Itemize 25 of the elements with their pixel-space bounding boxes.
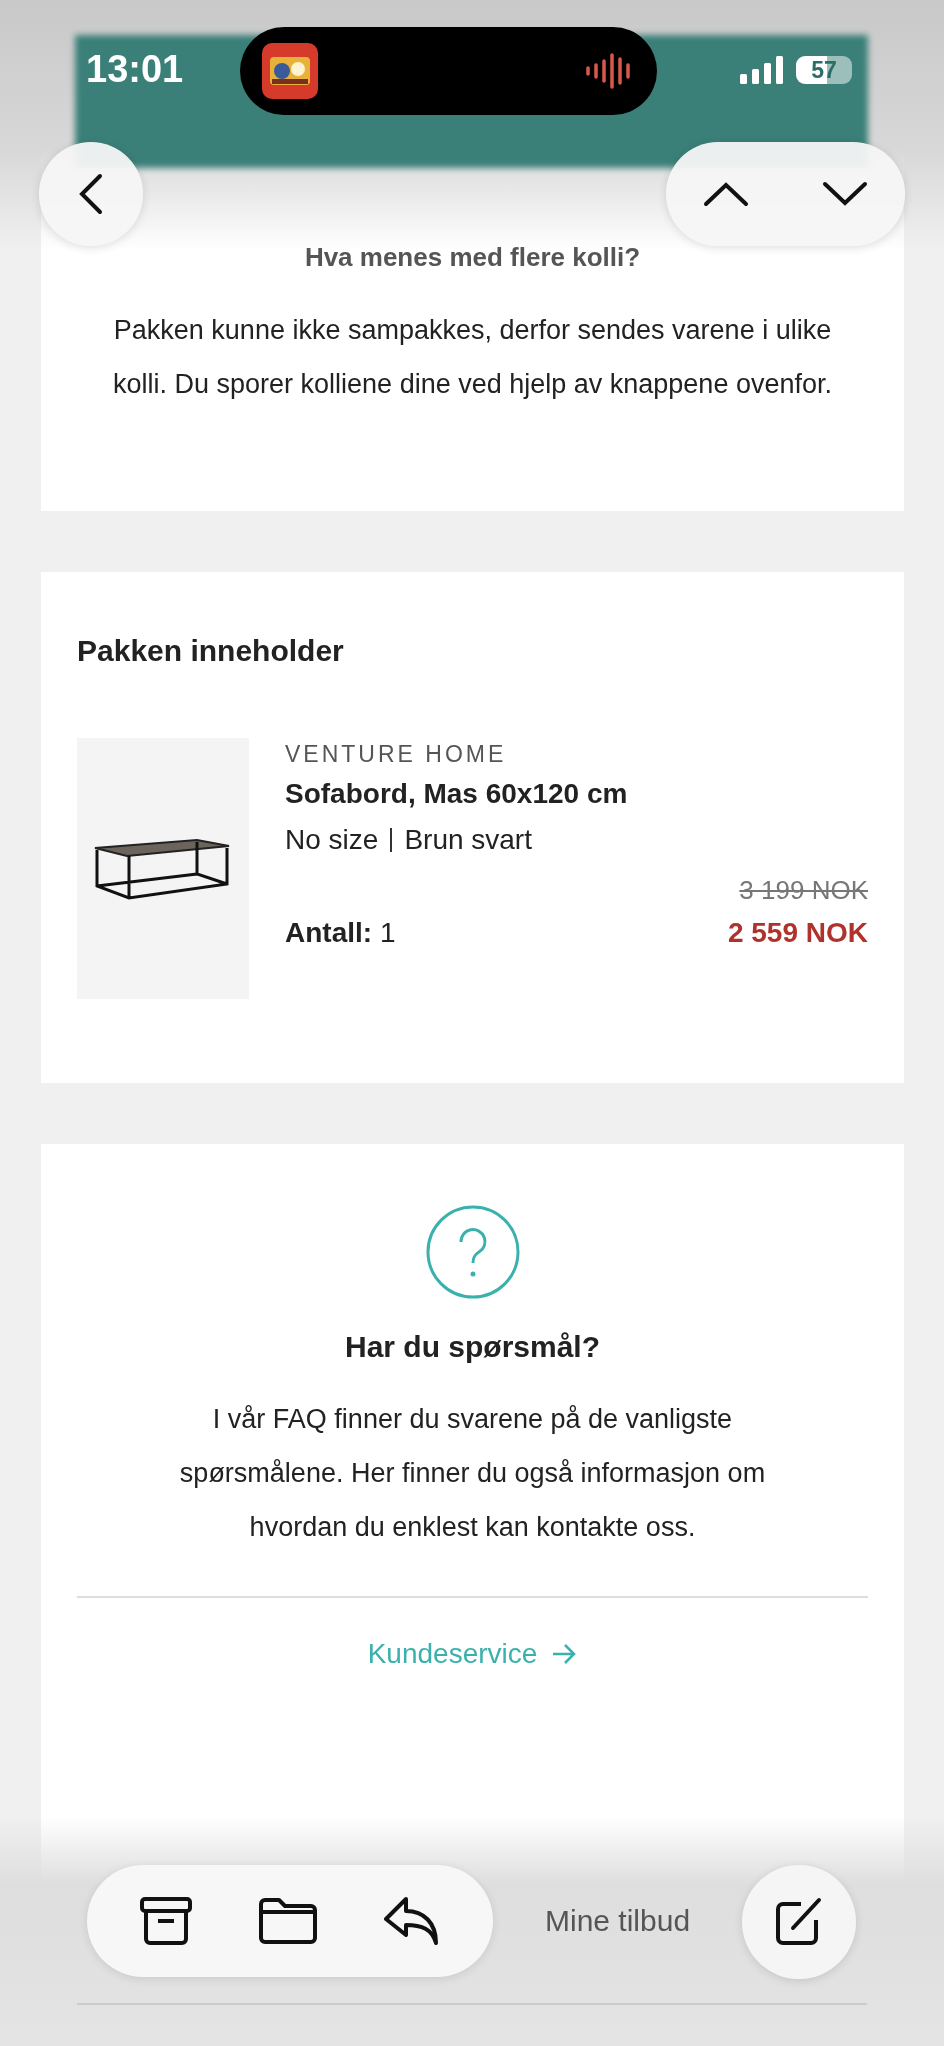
archive-icon[interactable]	[140, 1897, 193, 1945]
old-price: 3 199 NOK	[739, 874, 868, 907]
message-navigation-control[interactable]	[666, 142, 905, 246]
folder-label: Mine tilbud	[545, 1904, 691, 1938]
color-label: Brun svart	[404, 823, 532, 857]
chevron-down-icon[interactable]	[822, 181, 869, 207]
quantity-text: Antall: 1	[285, 916, 396, 950]
reply-icon[interactable]	[383, 1897, 440, 1945]
size-label: No size	[285, 823, 379, 857]
chevron-up-icon[interactable]	[702, 181, 749, 207]
brand-name: VENTURE HOME	[285, 740, 508, 769]
arrow-right-icon	[551, 1643, 578, 1665]
clock-time: 13:01	[86, 48, 184, 91]
question-icon	[424, 1204, 521, 1300]
paragraph: Pakken kunne ikke sampakkes, derfor sendes varene i ulike kolli. Du sporer kolliene dine ved hjelp av knappene ovenfor.	[112, 314, 833, 401]
help-title: Har du spørsmål?	[344, 1330, 601, 1364]
paragraph: I vår FAQ finner du svarene på de vanligste spørsmålene. Her finner du også informasjon om hvordan du enklest kan kontakte oss.	[178, 1403, 767, 1544]
sale-price: 2 559 NOK	[727, 916, 868, 950]
product-name: Sofabord, Mas 60x120 cm	[285, 777, 629, 811]
battery-indicator: 57	[796, 56, 852, 84]
customer-service-link[interactable]: Kundeservice	[367, 1638, 578, 1670]
section-heading: Pakken inneholder	[77, 634, 345, 668]
folder-icon[interactable]	[259, 1898, 317, 1944]
signal-icon	[740, 56, 784, 84]
section-title: Hva menes med flere kolli?	[304, 242, 641, 273]
